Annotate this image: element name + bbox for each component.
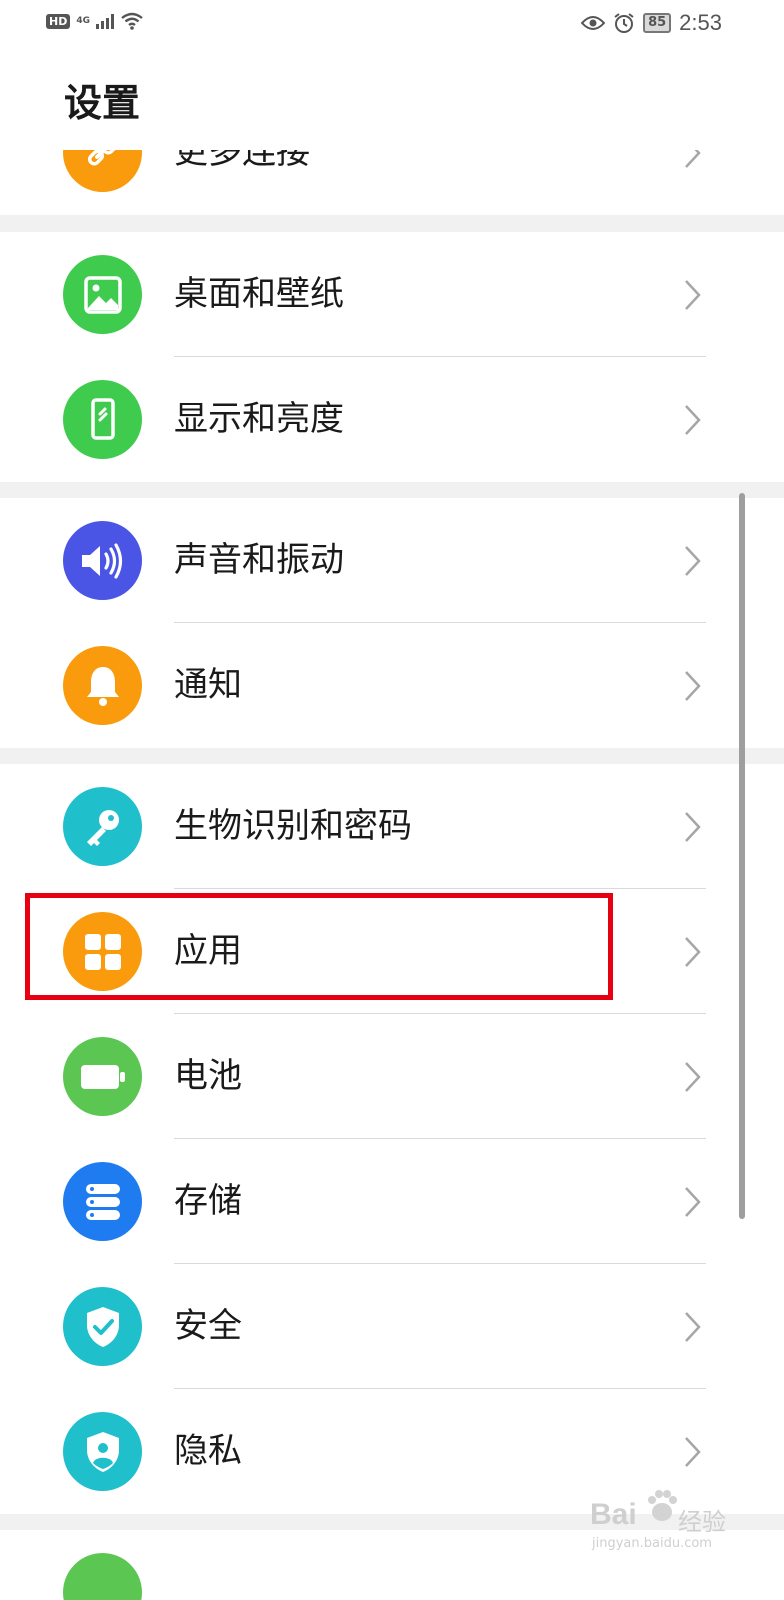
settings-item-more-connections[interactable]: 更多连接 — [0, 150, 784, 215]
group-separator — [0, 482, 784, 498]
chevron-right-icon — [685, 812, 701, 842]
paw-icon — [648, 1490, 677, 1521]
settings-group-connections: 更多连接 — [0, 150, 784, 215]
settings-item-battery[interactable]: 电池 — [0, 1014, 784, 1139]
settings-item-security[interactable]: 安全 — [0, 1264, 784, 1389]
hd-badge: HD — [46, 13, 71, 29]
partial-item-icon — [63, 1553, 142, 1600]
chevron-right-icon — [685, 546, 701, 576]
shield-check-icon — [63, 1287, 142, 1366]
signal-icon — [96, 13, 114, 29]
chevron-right-icon — [685, 1312, 701, 1342]
settings-group-sound: 声音和振动 通知 — [0, 498, 784, 748]
watermark-suffix: 经验 — [678, 1508, 726, 1536]
chevron-right-icon — [685, 1062, 701, 1092]
page-title: 设置 — [64, 81, 141, 125]
settings-item-label: 声音和振动 — [174, 540, 344, 580]
settings-item-label: 通知 — [174, 665, 242, 705]
settings-item-display-brightness[interactable]: 显示和亮度 — [0, 357, 784, 482]
group-separator — [0, 748, 784, 764]
network-type: 4G — [76, 16, 90, 26]
phone-screen-icon — [63, 380, 142, 459]
chevron-right-icon — [685, 280, 701, 310]
settings-group-system: 生物识别和密码 应用 电池 存储 安全 隐私 — [0, 764, 784, 1514]
settings-item-label: 隐私 — [174, 1431, 242, 1471]
settings-group-display: 桌面和壁纸 显示和亮度 — [0, 232, 784, 482]
settings-item-biometrics-password[interactable]: 生物识别和密码 — [0, 764, 784, 889]
scrollbar[interactable] — [739, 493, 745, 1219]
wifi-icon — [121, 12, 143, 30]
settings-item-label: 显示和亮度 — [174, 399, 344, 439]
baidu-watermark: Bai 经验 jingyan.baidu.com — [590, 1482, 740, 1562]
image-icon — [63, 255, 142, 334]
settings-item-label: 存储 — [174, 1181, 242, 1221]
chevron-right-icon — [685, 1187, 701, 1217]
battery-icon — [63, 1037, 142, 1116]
chevron-right-icon — [685, 937, 701, 967]
battery-indicator: 85 — [643, 13, 672, 33]
settings-item-sound-vibration[interactable]: 声音和振动 — [0, 498, 784, 623]
settings-item-notifications[interactable]: 通知 — [0, 623, 784, 748]
chevron-right-icon — [685, 671, 701, 701]
alarm-icon — [614, 13, 634, 33]
bell-icon — [63, 646, 142, 725]
clock: 2:53 — [679, 10, 722, 35]
settings-item-storage[interactable]: 存储 — [0, 1139, 784, 1264]
watermark-url: jingyan.baidu.com — [592, 1536, 712, 1551]
eye-icon — [581, 16, 606, 30]
watermark-brand: Bai — [590, 1498, 637, 1531]
status-bar: HD 4G 85 2:53 — [0, 0, 784, 50]
highlight-box — [25, 893, 613, 1000]
key-icon — [63, 787, 142, 866]
settings-list: 更多连接 桌面和壁纸 显示和亮度 声音和振动 通知 生物识别和密码 应用 电池 … — [0, 150, 784, 1600]
privacy-shield-icon — [63, 1412, 142, 1491]
settings-item-label: 生物识别和密码 — [174, 806, 412, 846]
chevron-right-icon — [685, 1437, 701, 1467]
settings-item-label: 电池 — [174, 1056, 242, 1096]
storage-icon — [63, 1162, 142, 1241]
status-left: HD 4G — [46, 12, 144, 30]
chevron-right-icon — [685, 150, 701, 168]
speaker-icon — [63, 521, 142, 600]
settings-item-label: 更多连接 — [174, 150, 310, 172]
settings-item-label: 安全 — [174, 1306, 242, 1346]
status-right: 85 2:53 — [581, 10, 722, 36]
settings-item-label: 桌面和壁纸 — [174, 274, 344, 314]
chevron-right-icon — [685, 405, 701, 435]
group-separator — [0, 215, 784, 232]
settings-item-desktop-wallpaper[interactable]: 桌面和壁纸 — [0, 232, 784, 357]
link-icon — [63, 150, 142, 192]
